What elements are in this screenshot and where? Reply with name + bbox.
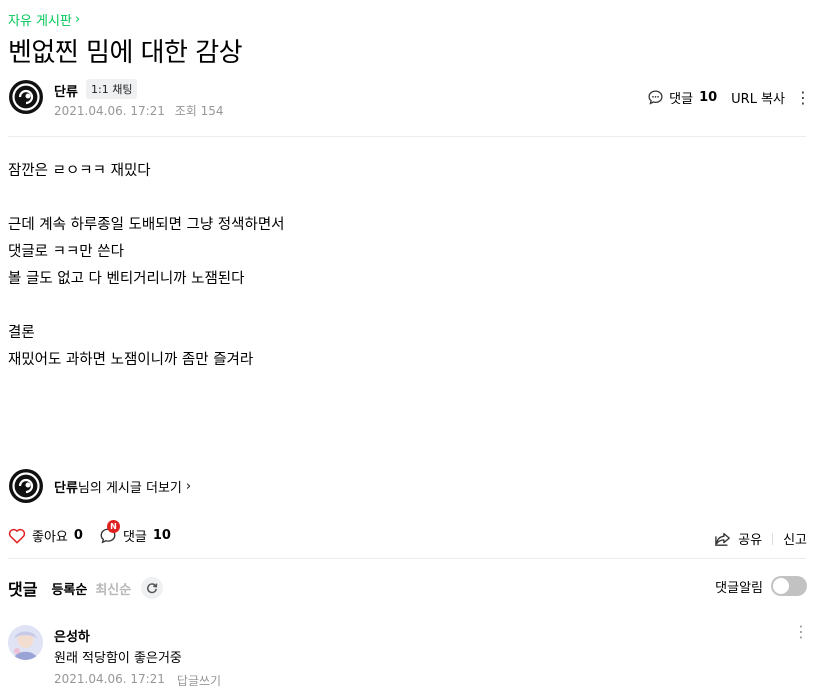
body-line: 볼 글도 없고 다 벤티거리니까 노잼된다 (8, 271, 245, 287)
comment-date: 2021.04.06. 17:21 (54, 672, 165, 686)
comment-section-title: 댓글 (8, 580, 38, 599)
new-badge: N (106, 520, 120, 533)
heart-icon (8, 528, 26, 543)
body-line: 결론 (8, 325, 35, 341)
comment-header: 댓글 등록순 최신순 (8, 576, 164, 600)
article-date: 2021.04.06. 17:21 (54, 104, 165, 118)
like-count: 0 (73, 528, 83, 543)
like-button[interactable]: 좋아요 0 (8, 526, 83, 545)
author-avatar-image (9, 80, 43, 114)
share-icon (715, 532, 731, 546)
article-actions: 댓글 10 URL 복사 ⋮ (633, 88, 811, 107)
refresh-icon (147, 583, 158, 594)
author-avatar-small (9, 469, 43, 503)
board-link-label: 자유 게시판 (8, 14, 72, 29)
comment-notify: 댓글알림 (715, 576, 807, 596)
more-posts-author: 단류 (54, 480, 78, 496)
article-views: 조회 154 (174, 104, 224, 118)
comment-label: 댓글 (669, 92, 694, 107)
comment-author[interactable]: 은성하 (54, 626, 90, 645)
reply-button[interactable]: 답글쓰기 (177, 672, 221, 689)
comment-button[interactable]: N 댓글 10 (99, 520, 171, 545)
chevron-right-icon: › (74, 12, 81, 27)
comment-more-icon[interactable]: ⋮ (793, 622, 809, 641)
article-body: 잠깐은 ㄹㅇㅋㅋ 재밌다근데 계속 하루종일 도배되면 그냥 정색하면서댓글로 … (8, 158, 285, 374)
commenter-avatar[interactable] (8, 625, 43, 660)
share-button[interactable]: 공유 (714, 529, 762, 548)
reaction-bar: 좋아요 0 N 댓글 10 (8, 520, 187, 545)
comment-meta: 2021.04.06. 17:21 답글쓰기 (54, 672, 221, 689)
divider (8, 136, 806, 137)
body-blank-line (8, 185, 285, 212)
separator (772, 532, 774, 545)
page-title: 벤없찐 밈에 대한 감상 (8, 38, 243, 68)
body-line: 근데 계속 하루종일 도배되면 그냥 정색하면서 (8, 217, 285, 233)
body-blank-line (8, 293, 285, 320)
comment-count: 10 (152, 528, 171, 543)
chat-button[interactable]: 1:1 채팅 (86, 79, 138, 99)
url-copy-button[interactable]: URL 복사 (731, 88, 785, 107)
commenter-avatar-image (8, 625, 43, 660)
like-label: 좋아요 (32, 530, 68, 545)
author-name[interactable]: 단류 (54, 81, 78, 100)
comment-text: 원래 적당함이 좋은거중 (54, 651, 182, 666)
more-posts-link[interactable]: 단류 님의 게시글 더보기 › (8, 468, 191, 504)
body-line: 잠깐은 ㄹㅇㅋㅋ 재밌다 (8, 163, 151, 179)
toggle-knob (773, 578, 789, 594)
sort-latest-tab[interactable]: 최신순 (95, 579, 131, 598)
comment-notify-label: 댓글알림 (715, 580, 763, 596)
chevron-right-icon: › (185, 478, 192, 494)
comment-label: 댓글 (122, 530, 147, 545)
divider (8, 558, 806, 559)
comment-icon (648, 90, 663, 105)
body-line: 댓글로 ㅋㅋ만 쓴다 (8, 244, 124, 260)
share-bar: 공유 신고 (714, 529, 807, 548)
comment-notify-toggle[interactable] (771, 576, 807, 596)
comment-count-link[interactable]: 댓글 10 (647, 88, 717, 107)
board-link[interactable]: 자유 게시판 › (8, 10, 80, 29)
body-line: 재밌어도 과하면 노잼이니까 좀만 즐겨라 (8, 352, 254, 368)
author-avatar[interactable] (8, 79, 44, 115)
refresh-button[interactable] (141, 577, 164, 599)
comment-count: 10 (699, 90, 718, 105)
more-posts-suffix: 님의 게시글 더보기 (77, 480, 182, 496)
more-options-icon[interactable]: ⋮ (795, 88, 811, 107)
sort-registered-tab[interactable]: 등록순 (51, 579, 87, 598)
article-meta: 2021.04.06. 17:21 조회 154 (54, 102, 230, 119)
share-label: 공유 (738, 533, 763, 548)
report-button[interactable]: 신고 (783, 529, 807, 548)
